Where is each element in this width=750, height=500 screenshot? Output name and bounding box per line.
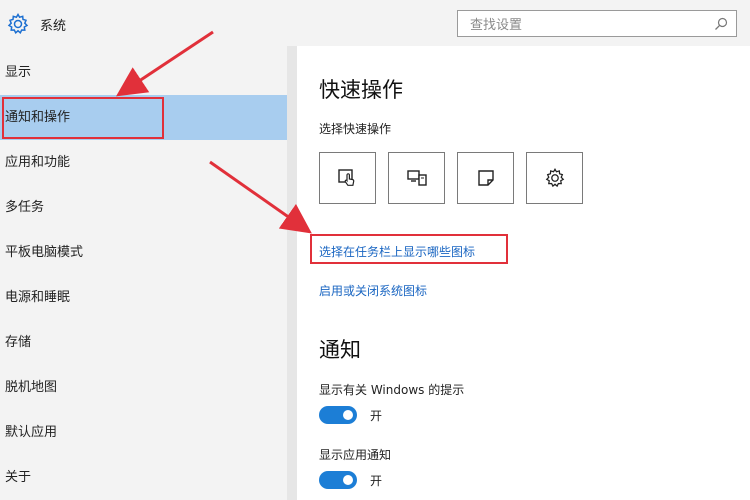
windows-tips-toggle-state: 开 <box>370 409 383 423</box>
link-system-icons[interactable]: 启用或关闭系统图标 <box>319 282 427 299</box>
title-bar: 系统 <box>0 0 750 46</box>
search-input[interactable] <box>468 15 702 35</box>
app-notifications-toggle[interactable] <box>319 471 357 489</box>
sidebar-item-apps[interactable]: 应用和功能 <box>0 140 287 185</box>
note-icon <box>477 170 494 186</box>
sidebar-item-notifications[interactable]: 通知和操作 <box>0 95 287 140</box>
sidebar-item-label: 平板电脑模式 <box>5 245 84 260</box>
sidebar-item-label: 多任务 <box>5 200 45 215</box>
quick-action-tile-note[interactable] <box>457 152 514 204</box>
gear-icon <box>7 13 29 35</box>
sidebar-item-storage[interactable]: 存储 <box>0 320 287 365</box>
sidebar-item-tablet-mode[interactable]: 平板电脑模式 <box>0 230 287 275</box>
window-title: 系统 <box>40 19 67 34</box>
sidebar-item-about[interactable]: 关于 <box>0 455 287 500</box>
sidebar-item-label: 电源和睡眠 <box>5 290 71 305</box>
notifications-heading: 通知 <box>319 338 361 362</box>
quick-actions-heading: 快速操作 <box>319 78 403 102</box>
sidebar-item-label: 通知和操作 <box>5 110 71 125</box>
option-windows-tips-label: 显示有关 Windows 的提示 <box>319 383 465 397</box>
sidebar-item-offline-maps[interactable]: 脱机地图 <box>0 365 287 410</box>
content-divider <box>287 46 297 500</box>
sidebar-item-multitasking[interactable]: 多任务 <box>0 185 287 230</box>
quick-actions-subtitle: 选择快速操作 <box>319 122 392 136</box>
sidebar-item-label: 存储 <box>5 335 32 350</box>
tablet-mode-icon <box>337 169 354 186</box>
settings-icon <box>545 168 564 188</box>
sidebar-item-label: 默认应用 <box>5 425 58 440</box>
sidebar-item-default-apps[interactable]: 默认应用 <box>0 410 287 455</box>
quick-action-tile-settings[interactable] <box>526 152 583 204</box>
windows-tips-toggle[interactable] <box>319 406 357 424</box>
toggle-knob <box>343 410 353 420</box>
sidebar-item-power-sleep[interactable]: 电源和睡眠 <box>0 275 287 320</box>
search-box[interactable] <box>457 10 737 37</box>
sidebar: 显示 通知和操作 应用和功能 多任务 平板电脑模式 电源和睡眠 存储 脱机地图 … <box>0 46 287 500</box>
option-app-notifications-label: 显示应用通知 <box>319 448 392 462</box>
quick-action-tile-tablet[interactable] <box>319 152 376 204</box>
search-icon[interactable] <box>714 17 728 31</box>
main-content: 快速操作 选择快速操作 选择在任务栏上显示哪些图标 启用或关闭系统图标 通知 显… <box>297 46 750 500</box>
quick-action-tile-project[interactable] <box>388 152 445 204</box>
app-notifications-toggle-state: 开 <box>370 474 383 488</box>
sidebar-item-label: 脱机地图 <box>5 380 58 395</box>
toggle-knob <box>343 475 353 485</box>
sidebar-item-label: 关于 <box>5 470 32 485</box>
link-taskbar-icons[interactable]: 选择在任务栏上显示哪些图标 <box>319 243 475 260</box>
sidebar-item-display[interactable]: 显示 <box>0 50 287 95</box>
sidebar-item-label: 显示 <box>5 65 32 80</box>
sidebar-item-label: 应用和功能 <box>5 155 71 170</box>
project-icon <box>406 170 427 186</box>
